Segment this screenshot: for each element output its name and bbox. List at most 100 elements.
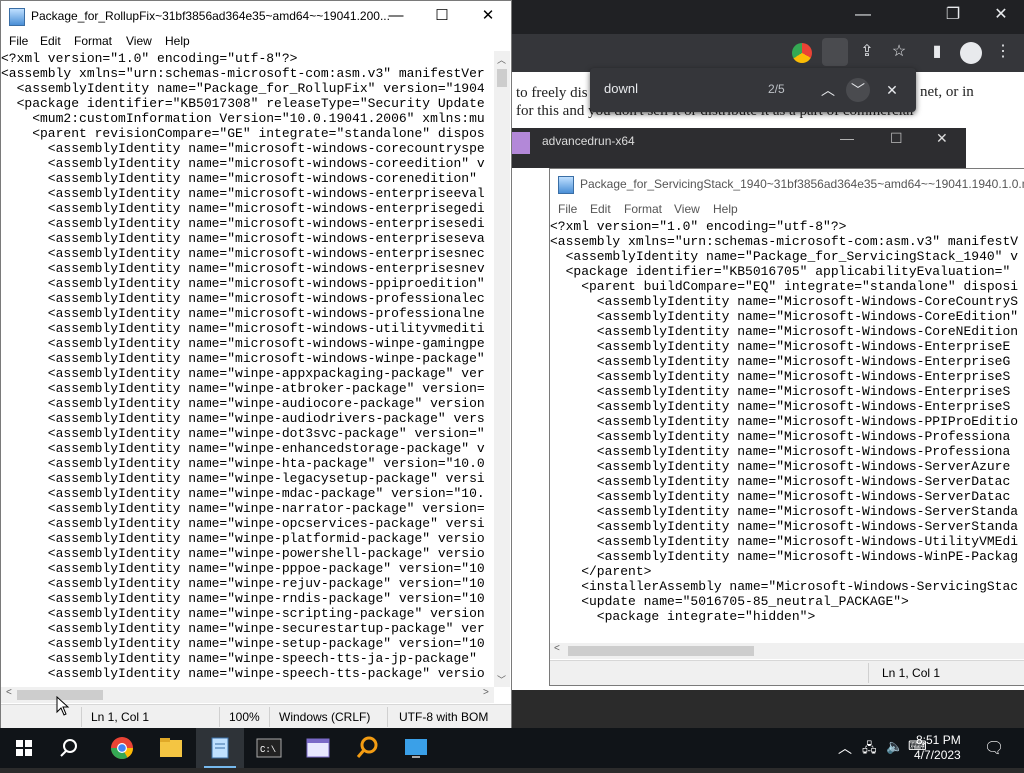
cursor-position: Ln 1, Col 1 <box>91 710 150 724</box>
text-line: <assemblyIdentity name="microsoft-window… <box>1 156 485 171</box>
close-icon[interactable]: ✕ <box>984 0 1018 30</box>
google-icon[interactable] <box>792 43 812 63</box>
search-page-icon[interactable] <box>822 38 848 66</box>
menu-format[interactable]: Format <box>624 202 662 216</box>
scroll-right-icon[interactable]: > <box>483 687 489 698</box>
cursor-position: Ln 1, Col 1 <box>882 666 941 680</box>
status-separator <box>269 707 270 727</box>
chrome-taskbar-icon[interactable] <box>98 728 146 768</box>
menu-help[interactable]: Help <box>165 34 190 48</box>
scroll-thumb[interactable] <box>568 646 754 656</box>
text-line: <assembly xmlns="urn:schemas-microsoft-c… <box>1 66 485 81</box>
terminal-icon[interactable]: C:\ <box>245 728 293 768</box>
scroll-down-icon[interactable]: ﹀ <box>497 673 506 686</box>
text-line: <assemblyIdentity name="Microsoft-Window… <box>550 459 1011 474</box>
star-icon[interactable]: ☆ <box>882 37 916 67</box>
find-count: 2/5 <box>768 82 785 96</box>
text-line: <assemblyIdentity name="winpe-hta-packag… <box>1 456 485 471</box>
advancedrun-icon <box>512 132 530 154</box>
scroll-thumb[interactable] <box>497 69 507 87</box>
minimize-icon[interactable]: — <box>846 0 880 30</box>
maximize-icon[interactable]: ☐ <box>890 130 903 147</box>
status-separator <box>868 663 869 683</box>
text-line: <assemblyIdentity name="microsoft-window… <box>1 171 477 186</box>
network-icon[interactable]: 🖧 <box>862 739 877 761</box>
horizontal-scrollbar[interactable]: < > <box>1 687 494 703</box>
volume-icon[interactable]: 🔈 <box>886 738 903 755</box>
text-line: <assemblyIdentity name="winpe-pppoe-pack… <box>1 561 485 576</box>
magnifier-app-icon[interactable] <box>343 728 391 768</box>
search-icon[interactable] <box>48 728 96 768</box>
clock-date[interactable]: 4/7/2023 <box>914 748 961 762</box>
text-line: <assemblyIdentity name="microsoft-window… <box>1 246 485 261</box>
sidepanel-icon[interactable]: ▮ <box>920 37 954 67</box>
find-input[interactable]: downl <box>604 81 638 96</box>
menu-file[interactable]: File <box>9 34 28 48</box>
menu-help[interactable]: Help <box>713 202 738 216</box>
page-text-right: net, or in <box>920 84 974 100</box>
text-line: <assemblyIdentity name="winpe-speech-tts… <box>1 651 477 666</box>
text-line: <assemblyIdentity name="Microsoft-Window… <box>550 294 1019 309</box>
text-line: <parent revisionCompare="GE" integrate="… <box>1 126 485 141</box>
chrome-tabbar: — ❐ ✕ <box>510 0 1024 34</box>
scroll-left-icon[interactable]: < <box>554 643 560 654</box>
profile-avatar[interactable] <box>960 42 982 64</box>
notification-icon[interactable]: 🗨 <box>984 738 1004 758</box>
menu-file[interactable]: File <box>558 202 577 216</box>
menu-view[interactable]: View <box>674 202 700 216</box>
status-separator <box>219 707 220 727</box>
text-line: <assemblyIdentity name="winpe-opcservice… <box>1 516 485 531</box>
text-line: <assemblyIdentity name="winpe-atbroker-p… <box>1 381 485 396</box>
chevron-up-icon[interactable]: ︿ <box>838 738 852 758</box>
text-line: <assemblyIdentity name="winpe-legacysetu… <box>1 471 485 486</box>
close-find-icon[interactable]: ✕ <box>880 78 904 102</box>
text-line: <assemblyIdentity name="microsoft-window… <box>1 201 485 216</box>
text-line: <assemblyIdentity name="Microsoft-Window… <box>550 414 1019 429</box>
notepad-taskbar-icon[interactable] <box>196 728 244 768</box>
text-line: <assemblyIdentity name="Microsoft-Window… <box>550 429 1011 444</box>
text-line: <assemblyIdentity name="winpe-scripting-… <box>1 606 485 621</box>
close-icon[interactable]: ✕ <box>936 130 948 147</box>
line-ending: Windows (CRLF) <box>279 710 371 724</box>
scroll-left-icon[interactable]: < <box>6 687 12 698</box>
menu-edit[interactable]: Edit <box>40 34 61 48</box>
menu-view[interactable]: View <box>126 34 152 48</box>
chevron-down-icon[interactable]: ﹀ <box>846 78 870 102</box>
minimize-icon[interactable]: — <box>373 1 419 31</box>
window-app-icon[interactable] <box>294 728 342 768</box>
vertical-scrollbar[interactable]: ︿ ﹀ <box>494 51 510 687</box>
text-area[interactable]: <?xml version="1.0" encoding="utf-8"?> <a… <box>550 219 1024 643</box>
horizontal-scrollbar[interactable]: < <box>550 643 1024 659</box>
share-icon[interactable]: ⇪ <box>850 37 884 67</box>
text-line: <assemblyIdentity name="winpe-audiodrive… <box>1 411 485 426</box>
menu-icon[interactable]: ⋮ <box>986 37 1020 67</box>
close-icon[interactable]: ✕ <box>465 1 511 31</box>
text-line: <assemblyIdentity name="Microsoft-Window… <box>550 504 1019 519</box>
menu-edit[interactable]: Edit <box>590 202 611 216</box>
minimize-icon[interactable]: — <box>840 130 854 146</box>
text-line: <assemblyIdentity name="Microsoft-Window… <box>550 384 1011 399</box>
text-line: <assemblyIdentity name="Microsoft-Window… <box>550 339 1011 354</box>
text-line: <assembly xmlns="urn:schemas-microsoft-c… <box>550 234 1019 249</box>
text-line: <update name="5016705-85_neutral_PACKAGE… <box>550 594 909 609</box>
title-bar: Package_for_RollupFix~31bf3856ad364e35~a… <box>1 1 511 31</box>
text-line: <assemblyIdentity name="winpe-powershell… <box>1 546 485 561</box>
title-bar: Package_for_ServicingStack_1940~31bf3856… <box>550 169 1024 199</box>
find-bar: downl 2/5 ︿ ﹀ ✕ <box>590 68 916 112</box>
status-separator <box>81 707 82 727</box>
menu-format[interactable]: Format <box>74 34 112 48</box>
text-line: <?xml version="1.0" encoding="utf-8"?> <box>1 51 298 66</box>
scroll-up-icon[interactable]: ︿ <box>497 53 506 66</box>
text-line: <assemblyIdentity name="Microsoft-Window… <box>550 309 1019 324</box>
file-explorer-icon[interactable] <box>147 728 195 768</box>
text-line: <assemblyIdentity name="winpe-platformid… <box>1 531 485 546</box>
start-button[interactable] <box>0 728 48 768</box>
restore-icon[interactable]: ❐ <box>936 0 970 30</box>
menu-bar: File Edit Format View Help <box>550 199 1024 219</box>
maximize-icon[interactable]: ☐ <box>419 1 465 31</box>
monitor-app-icon[interactable] <box>392 728 440 768</box>
text-area[interactable]: <?xml version="1.0" encoding="utf-8"?> <a… <box>1 51 494 687</box>
chevron-up-icon[interactable]: ︿ <box>816 78 840 102</box>
text-line: <assemblyIdentity name="winpe-appxpackag… <box>1 366 485 381</box>
clock-time[interactable]: 8:51 PM <box>916 733 961 747</box>
